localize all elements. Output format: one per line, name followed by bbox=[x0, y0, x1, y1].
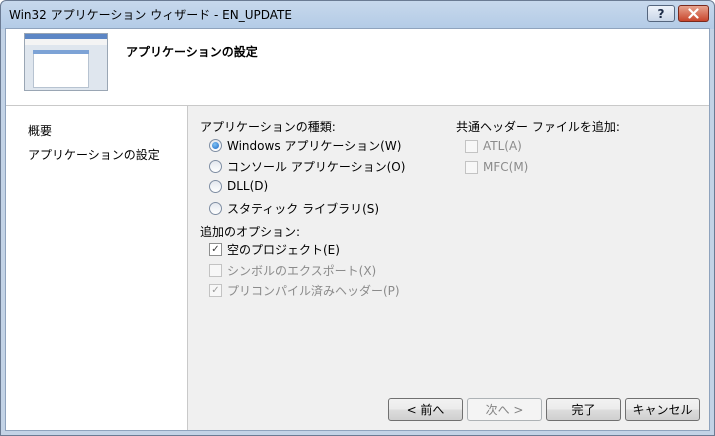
radio-button[interactable] bbox=[209, 160, 222, 173]
help-icon: ? bbox=[657, 6, 665, 21]
checkbox-disabled bbox=[465, 160, 478, 174]
checkbox-empty-project[interactable]: ✓ 空のプロジェクト(E) bbox=[209, 241, 340, 258]
app-type-label: アプリケーションの種類: bbox=[200, 120, 336, 134]
radio-console-app[interactable]: コンソール アプリケーション(O) bbox=[209, 158, 405, 175]
radio-dll[interactable]: DLL(D) bbox=[209, 179, 268, 193]
nav-divider bbox=[187, 106, 188, 430]
wizard-nav: 概要 アプリケーションの設定 bbox=[6, 106, 187, 430]
checkbox-disabled bbox=[209, 264, 222, 277]
title-bar[interactable]: Win32 アプリケーション ウィザード - EN_UPDATE ? bbox=[1, 1, 714, 27]
next-button: 次へ > bbox=[467, 398, 542, 421]
radio-windows-app[interactable]: Windows アプリケーション(W) bbox=[209, 137, 401, 154]
nav-item-overview[interactable]: 概要 bbox=[28, 122, 52, 139]
checkbox-label: ATL(A) bbox=[483, 139, 522, 153]
radio-button[interactable] bbox=[209, 202, 222, 215]
checkbox-disabled bbox=[465, 139, 478, 153]
page-title: アプリケーションの設定 bbox=[126, 45, 258, 59]
close-icon bbox=[688, 8, 699, 19]
prev-button[interactable]: < 前へ bbox=[388, 398, 463, 421]
radio-label: DLL(D) bbox=[227, 179, 269, 193]
close-button[interactable] bbox=[678, 5, 709, 22]
checkbox-atl: ATL(A) bbox=[465, 139, 522, 153]
radio-static-lib[interactable]: スタティック ライブラリ(S) bbox=[209, 200, 379, 217]
checkbox-checked[interactable]: ✓ bbox=[209, 243, 222, 256]
common-headers-label: 共通ヘッダー ファイルを追加: bbox=[456, 120, 620, 134]
window-title: Win32 アプリケーション ウィザード - EN_UPDATE bbox=[9, 8, 292, 22]
radio-label: Windows アプリケーション(W) bbox=[227, 139, 402, 153]
checkbox-label: シンボルのエクスポート(X) bbox=[227, 264, 377, 278]
extra-options-label: 追加のオプション: bbox=[200, 225, 301, 239]
checkbox-precompiled-header: ✓ プリコンパイル済みヘッダー(P) bbox=[209, 282, 400, 299]
checkbox-checked-disabled: ✓ bbox=[209, 284, 222, 297]
radio-label: スタティック ライブラリ(S) bbox=[227, 202, 380, 216]
radio-button-selected[interactable] bbox=[209, 139, 222, 152]
cancel-button[interactable]: キャンセル bbox=[625, 398, 700, 421]
checkbox-export-symbols: シンボルのエクスポート(X) bbox=[209, 262, 376, 279]
checkbox-label: 空のプロジェクト(E) bbox=[227, 243, 340, 257]
radio-button[interactable] bbox=[209, 179, 222, 193]
wizard-preview-image bbox=[24, 33, 108, 91]
help-button[interactable]: ? bbox=[647, 5, 675, 22]
checkbox-label: MFC(M) bbox=[483, 160, 529, 174]
nav-item-app-settings[interactable]: アプリケーションの設定 bbox=[28, 146, 160, 163]
checkbox-label: プリコンパイル済みヘッダー(P) bbox=[227, 284, 400, 298]
radio-label: コンソール アプリケーション(O) bbox=[227, 160, 406, 174]
finish-button[interactable]: 完了 bbox=[546, 398, 621, 421]
wizard-header: アプリケーションの設定 bbox=[6, 29, 709, 105]
wizard-client-area: アプリケーションの設定 概要 アプリケーションの設定 アプリケーションの種類: … bbox=[5, 28, 710, 431]
wizard-window: Win32 アプリケーション ウィザード - EN_UPDATE ? アプリケー… bbox=[0, 0, 715, 436]
checkbox-mfc: MFC(M) bbox=[465, 160, 528, 174]
